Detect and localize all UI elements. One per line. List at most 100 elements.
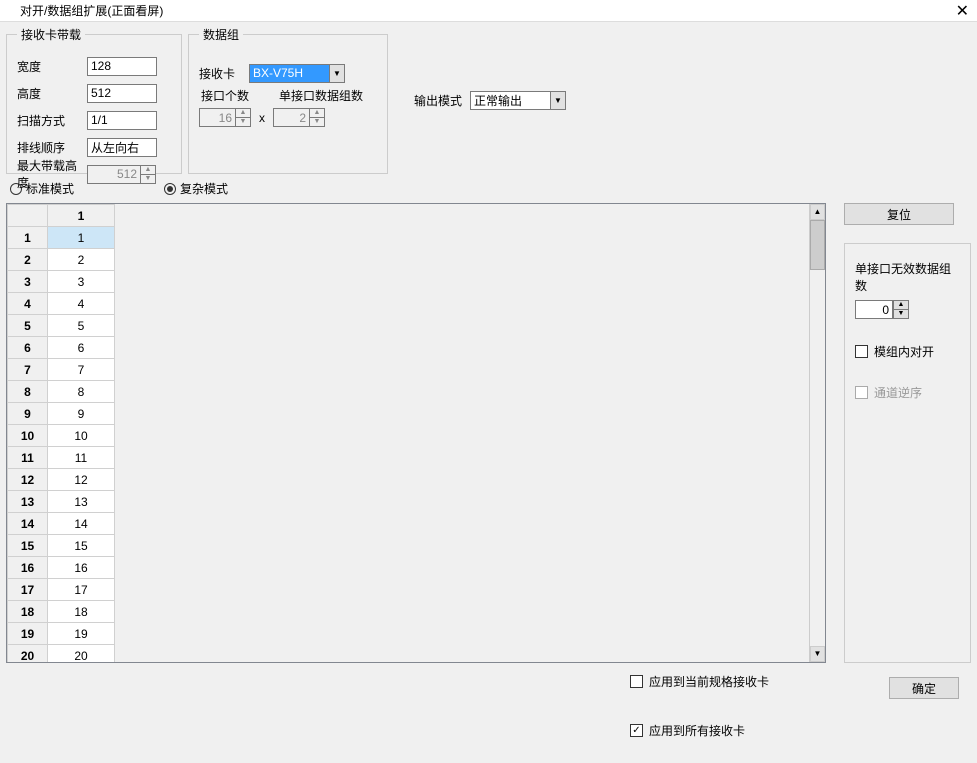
row-header[interactable]: 6 xyxy=(8,337,48,359)
ok-button[interactable]: 确定 xyxy=(889,677,959,699)
port-spin-buttons: ▲▼ xyxy=(235,108,251,127)
invalid-input[interactable] xyxy=(855,300,893,319)
cell[interactable]: 4 xyxy=(48,293,115,315)
table-row[interactable]: 1212 xyxy=(8,469,115,491)
cell[interactable]: 19 xyxy=(48,623,115,645)
row-header[interactable]: 7 xyxy=(8,359,48,381)
table-row[interactable]: 22 xyxy=(8,249,115,271)
row-header[interactable]: 17 xyxy=(8,579,48,601)
row-header[interactable]: 15 xyxy=(8,535,48,557)
table-row[interactable]: 55 xyxy=(8,315,115,337)
row-header[interactable]: 13 xyxy=(8,491,48,513)
table-row[interactable]: 66 xyxy=(8,337,115,359)
output-dropdown[interactable]: 正常输出 ▼ xyxy=(470,91,566,110)
output-row: 输出模式 正常输出 ▼ xyxy=(414,26,566,174)
cell[interactable]: 2 xyxy=(48,249,115,271)
chevron-down-icon[interactable]: ▼ xyxy=(550,91,566,110)
row-header[interactable]: 3 xyxy=(8,271,48,293)
row-header[interactable]: 10 xyxy=(8,425,48,447)
apply-current-check[interactable]: 应用到当前规格接收卡 xyxy=(630,673,769,690)
table-row[interactable]: 77 xyxy=(8,359,115,381)
row-header[interactable]: 4 xyxy=(8,293,48,315)
table-row[interactable]: 1111 xyxy=(8,447,115,469)
row-header[interactable]: 14 xyxy=(8,513,48,535)
table-row[interactable]: 44 xyxy=(8,293,115,315)
cell[interactable]: 14 xyxy=(48,513,115,535)
chevron-down-icon[interactable]: ▼ xyxy=(329,64,345,83)
apply-current-label: 应用到当前规格接收卡 xyxy=(649,673,769,690)
radio-icon xyxy=(164,183,176,195)
row-header[interactable]: 5 xyxy=(8,315,48,337)
bottom-row: 应用到当前规格接收卡 ✓应用到所有接收卡 确定 xyxy=(0,663,977,763)
row-header[interactable]: 12 xyxy=(8,469,48,491)
cell[interactable]: 5 xyxy=(48,315,115,337)
row-header[interactable]: 18 xyxy=(8,601,48,623)
row-header[interactable]: 8 xyxy=(8,381,48,403)
row-header[interactable]: 9 xyxy=(8,403,48,425)
radio-complex[interactable]: 复杂模式 xyxy=(164,180,228,197)
table-row[interactable]: 1818 xyxy=(8,601,115,623)
radio-complex-label: 复杂模式 xyxy=(180,180,228,197)
cell[interactable]: 11 xyxy=(48,447,115,469)
cell[interactable]: 9 xyxy=(48,403,115,425)
vertical-scrollbar[interactable]: ▲ ▼ xyxy=(809,204,825,662)
checkbox-icon[interactable] xyxy=(630,675,643,688)
width-input[interactable] xyxy=(87,57,157,76)
table-row[interactable]: 33 xyxy=(8,271,115,293)
table-row[interactable]: 1515 xyxy=(8,535,115,557)
checkbox-icon[interactable] xyxy=(855,345,868,358)
reset-button[interactable]: 复位 xyxy=(844,203,954,225)
row-header[interactable]: 16 xyxy=(8,557,48,579)
row-header[interactable]: 20 xyxy=(8,645,48,663)
col-header[interactable]: 1 xyxy=(48,205,115,227)
table-row[interactable]: 11 xyxy=(8,227,115,249)
close-icon[interactable]: ✕ xyxy=(956,1,969,21)
down-icon[interactable]: ▼ xyxy=(893,309,909,319)
cell[interactable]: 6 xyxy=(48,337,115,359)
scroll-up-icon[interactable]: ▲ xyxy=(810,204,825,220)
table-row[interactable]: 88 xyxy=(8,381,115,403)
table-row[interactable]: 1616 xyxy=(8,557,115,579)
width-label: 宽度 xyxy=(17,58,87,75)
row-header[interactable]: 19 xyxy=(8,623,48,645)
table-row[interactable]: 1717 xyxy=(8,579,115,601)
order-input[interactable] xyxy=(87,138,157,157)
cell[interactable]: 17 xyxy=(48,579,115,601)
cell[interactable]: 8 xyxy=(48,381,115,403)
scan-input[interactable] xyxy=(87,111,157,130)
table-row[interactable]: 2020 xyxy=(8,645,115,663)
data-table[interactable]: 1 11223344556677889910101111121213131414… xyxy=(7,204,115,662)
row-header[interactable]: 11 xyxy=(8,447,48,469)
cell[interactable]: 15 xyxy=(48,535,115,557)
cell[interactable]: 7 xyxy=(48,359,115,381)
cell[interactable]: 3 xyxy=(48,271,115,293)
table-row[interactable]: 99 xyxy=(8,403,115,425)
channel-reverse-label: 通道逆序 xyxy=(874,384,922,401)
height-input[interactable] xyxy=(87,84,157,103)
table-row[interactable]: 1010 xyxy=(8,425,115,447)
cell[interactable]: 20 xyxy=(48,645,115,663)
maxh-spinner: ▲▼ xyxy=(87,165,156,184)
invalid-spinner[interactable]: ▲▼ xyxy=(855,300,960,319)
table-row[interactable]: 1919 xyxy=(8,623,115,645)
cell[interactable]: 16 xyxy=(48,557,115,579)
module-split-check[interactable]: 模组内对开 xyxy=(855,343,960,360)
cell[interactable]: 18 xyxy=(48,601,115,623)
checkbox-icon xyxy=(855,386,868,399)
up-icon[interactable]: ▲ xyxy=(893,300,909,309)
invalid-spin-buttons[interactable]: ▲▼ xyxy=(893,300,909,319)
cell[interactable]: 10 xyxy=(48,425,115,447)
recv-dropdown[interactable]: BX-V75H ▼ xyxy=(249,64,345,83)
scroll-down-icon[interactable]: ▼ xyxy=(810,646,825,662)
scroll-thumb[interactable] xyxy=(810,220,825,270)
row-header[interactable]: 1 xyxy=(8,227,48,249)
table-row[interactable]: 1414 xyxy=(8,513,115,535)
cell[interactable]: 13 xyxy=(48,491,115,513)
cell[interactable]: 12 xyxy=(48,469,115,491)
cell[interactable]: 1 xyxy=(48,227,115,249)
table-row[interactable]: 1313 xyxy=(8,491,115,513)
row-header[interactable]: 2 xyxy=(8,249,48,271)
per-spinner: ▲▼ xyxy=(273,108,325,127)
table-container: 1 11223344556677889910101111121213131414… xyxy=(6,203,826,663)
scroll-track[interactable] xyxy=(810,270,825,646)
